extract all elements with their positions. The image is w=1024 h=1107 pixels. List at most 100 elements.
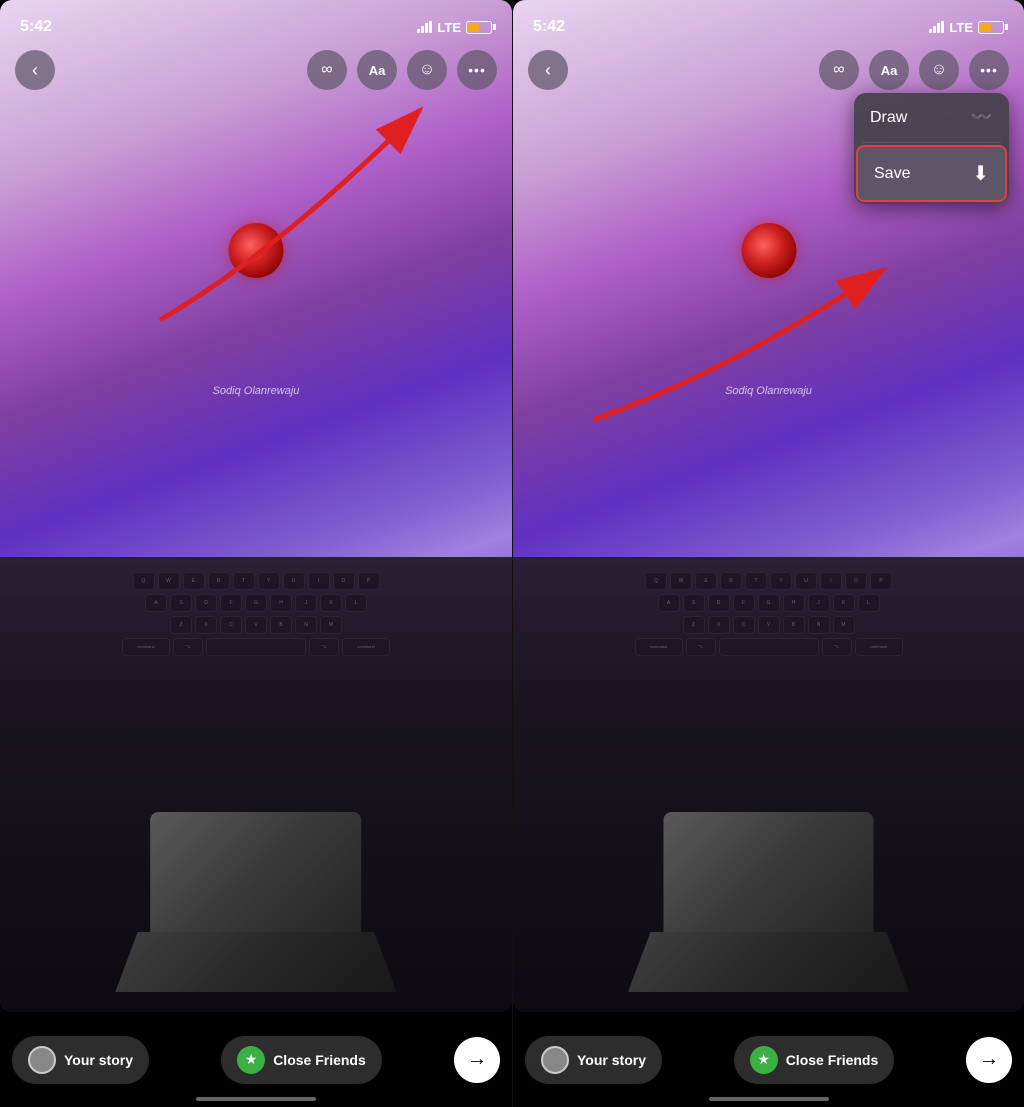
toolbar-right-left: ∞ Aa ☺ ••• — [307, 50, 497, 90]
key: F — [733, 594, 755, 612]
key: X — [708, 616, 730, 634]
key: Q — [133, 572, 155, 590]
infinity-button-right[interactable]: ∞ — [819, 50, 859, 90]
key: A — [145, 594, 167, 612]
text-button-left[interactable]: Aa — [357, 50, 397, 90]
key: F — [220, 594, 242, 612]
key: N — [808, 616, 830, 634]
save-menu-item[interactable]: Save ⬇ — [856, 145, 1007, 202]
key: L — [858, 594, 880, 612]
key: Y — [770, 572, 792, 590]
battery-fill-right — [980, 23, 991, 32]
key: K — [320, 594, 342, 612]
time-right: 5:42 — [533, 18, 565, 36]
key: O — [845, 572, 867, 590]
close-friends-button-right[interactable]: ★ Close Friends — [734, 1036, 895, 1084]
more-button-right[interactable]: ••• — [969, 50, 1009, 90]
key: D — [195, 594, 217, 612]
your-story-button-left[interactable]: Your story — [12, 1036, 149, 1084]
key: X — [195, 616, 217, 634]
key: T — [233, 572, 255, 590]
story-toolbar-right: ‹ ∞ Aa ☺ ••• — [513, 50, 1024, 90]
key: U — [795, 572, 817, 590]
back-button-right[interactable]: ‹ — [528, 50, 568, 90]
sticker-button-left[interactable]: ☺ — [407, 50, 447, 90]
key: B — [783, 616, 805, 634]
key: R — [208, 572, 230, 590]
avatar-right — [541, 1046, 569, 1074]
share-button-left[interactable]: → — [454, 1037, 500, 1083]
more-button-left[interactable]: ••• — [457, 50, 497, 90]
stand-bottom — [115, 932, 397, 992]
key: Y — [258, 572, 280, 590]
key: W — [158, 572, 180, 590]
key: Z — [683, 616, 705, 634]
key: E — [183, 572, 205, 590]
battery-icon-left — [466, 21, 492, 34]
keyboard-right: Q W E R T Y U I O P A — [513, 557, 1024, 1012]
stand-bottom-r — [628, 932, 909, 992]
bottom-bar-right: Your story ★ Close Friends → — [513, 1012, 1024, 1107]
lte-label-right: LTE — [949, 20, 973, 35]
story-text-right: Sodiq Olanrewaju — [725, 385, 812, 397]
battery-icon-right — [978, 21, 1004, 34]
key: D — [708, 594, 730, 612]
right-phone-screen: 5:42 LTE Sodiq Olanrewaju — [512, 0, 1024, 1107]
key: E — [695, 572, 717, 590]
home-indicator-right — [709, 1097, 829, 1101]
key: K — [833, 594, 855, 612]
dropdown-menu: Draw 〰️ Save ⬇ — [854, 93, 1009, 204]
key: B — [270, 616, 292, 634]
key — [206, 638, 306, 656]
key: W — [670, 572, 692, 590]
share-button-right[interactable]: → — [966, 1037, 1012, 1083]
signal-bar-4 — [429, 21, 432, 33]
key: command — [122, 638, 170, 656]
key: J — [808, 594, 830, 612]
story-toolbar-left: ‹ ∞ Aa ☺ ••• — [0, 50, 512, 90]
your-story-label-left: Your story — [64, 1052, 133, 1068]
status-right-left: LTE — [417, 20, 492, 35]
stand-top — [150, 812, 361, 932]
your-story-label-right: Your story — [577, 1052, 646, 1068]
draw-icon: 〰️ — [971, 107, 993, 128]
text-button-right[interactable]: Aa — [869, 50, 909, 90]
keyboard-left: Q W E R T Y U I O P A — [0, 557, 512, 1012]
key: command — [855, 638, 903, 656]
key: T — [745, 572, 767, 590]
story-text-left: Sodiq Olanrewaju — [213, 385, 300, 397]
lte-label-left: LTE — [437, 20, 461, 35]
key: P — [358, 572, 380, 590]
key: A — [658, 594, 680, 612]
signal-bar-3 — [937, 23, 940, 33]
key: ⌥ — [822, 638, 852, 656]
phone-stand-right — [628, 812, 909, 992]
bottom-bar-left: Your story ★ Close Friends → — [0, 1012, 512, 1107]
friends-icon-left: ★ — [237, 1046, 265, 1074]
key: L — [345, 594, 367, 612]
story-gradient-left: Sodiq Olanrewaju Q W E R T Y U I — [0, 0, 512, 1012]
key: N — [295, 616, 317, 634]
signal-bar-2 — [933, 26, 936, 33]
key — [719, 638, 819, 656]
home-indicator-left — [196, 1097, 316, 1101]
status-bar-right: 5:42 LTE — [513, 0, 1024, 44]
key: O — [333, 572, 355, 590]
time-left: 5:42 — [20, 18, 52, 36]
draw-menu-item[interactable]: Draw 〰️ — [854, 93, 1009, 142]
your-story-button-right[interactable]: Your story — [525, 1036, 662, 1084]
story-bg-left: Sodiq Olanrewaju Q W E R T Y U I — [0, 0, 512, 1012]
back-button-left[interactable]: ‹ — [15, 50, 55, 90]
status-bar-left: 5:42 LTE — [0, 0, 512, 44]
key: G — [758, 594, 780, 612]
close-friends-button-left[interactable]: ★ Close Friends — [221, 1036, 382, 1084]
sticker-button-right[interactable]: ☺ — [919, 50, 959, 90]
close-friends-label-right: Close Friends — [786, 1052, 879, 1068]
keyboard-rows-left: Q W E R T Y U I O P A — [0, 557, 512, 666]
key: ⌥ — [309, 638, 339, 656]
stand-top-r — [663, 812, 874, 932]
key: U — [283, 572, 305, 590]
rose-decoration-left — [229, 223, 284, 278]
avatar-left — [28, 1046, 56, 1074]
infinity-button-left[interactable]: ∞ — [307, 50, 347, 90]
